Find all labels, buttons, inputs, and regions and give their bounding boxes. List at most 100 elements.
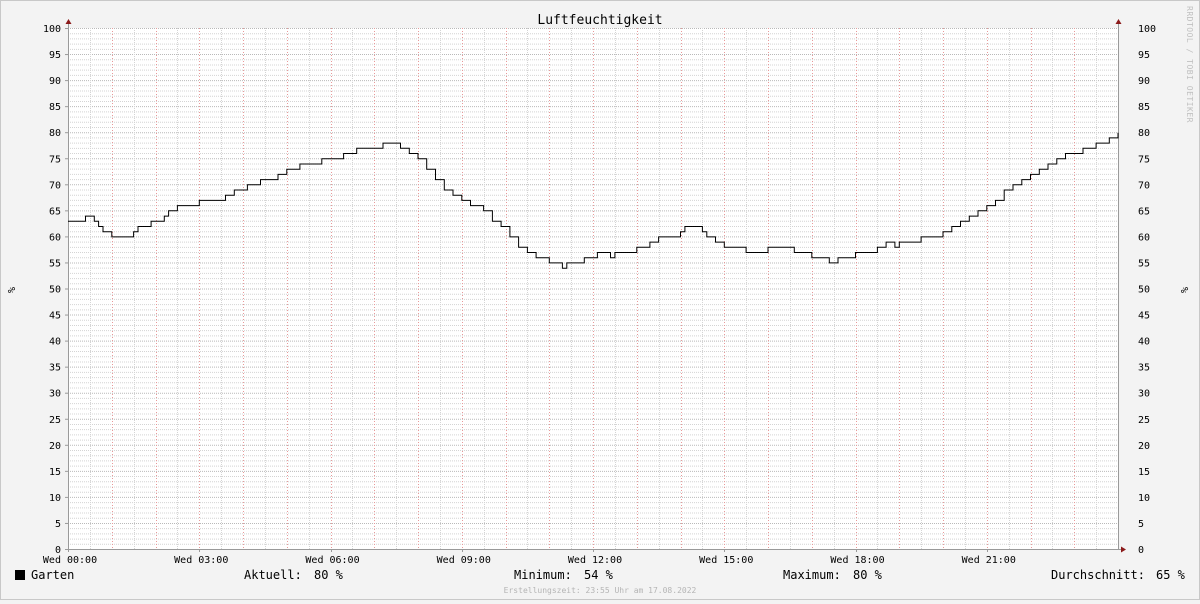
data-point — [886, 242, 887, 243]
y-axis-label-right: % — [1178, 287, 1189, 293]
x-tick-label: Wed 03:00 — [174, 555, 228, 566]
y-tick-label: 50 — [49, 285, 61, 296]
y-tick-label-right: 40 — [1138, 337, 1150, 348]
data-point — [426, 169, 427, 170]
y-tick-label: 15 — [49, 467, 61, 478]
data-point — [444, 189, 445, 190]
data-point — [111, 236, 112, 237]
y-tick-label-right: 100 — [1138, 24, 1156, 35]
legend-series-name: Garten — [31, 568, 74, 582]
y-tick-label: 60 — [49, 232, 61, 243]
chart-frame: 0 5 10 15 20 25 30 35 40 45 50 55 60 65 70 75 80 85 90 95 10… — [0, 0, 1200, 600]
data-point — [343, 153, 344, 154]
data-point — [960, 221, 961, 222]
y-tick-label-right: 45 — [1138, 311, 1150, 322]
data-point — [356, 148, 357, 149]
data-point — [382, 143, 383, 144]
legend-maximum-label: Maximum: — [783, 568, 841, 582]
y-tick-label-right: 80 — [1138, 128, 1150, 139]
y-tick-labels-left: 0510152025303540455055606570758085909510… — [43, 24, 61, 556]
data-point — [1004, 189, 1005, 190]
data-point — [811, 257, 812, 258]
y-tick-label: 40 — [49, 337, 61, 348]
y-tick-label-right: 60 — [1138, 232, 1150, 243]
y-tick-label: 55 — [49, 258, 61, 269]
data-point — [98, 226, 99, 227]
data-point — [693, 226, 694, 227]
data-point — [299, 163, 300, 164]
data-point — [684, 226, 685, 227]
data-point — [85, 216, 86, 217]
data-point — [942, 231, 943, 232]
y-axis-arrow-left — [65, 19, 72, 24]
data-point — [483, 210, 484, 211]
data-point — [186, 205, 187, 206]
data-point — [549, 262, 550, 263]
data-point — [247, 184, 248, 185]
x-tick-label: Wed 06:00 — [305, 555, 359, 566]
data-point — [746, 252, 747, 253]
data-point — [894, 247, 895, 248]
x-tick-label: Wed 12:00 — [568, 555, 622, 566]
data-point — [536, 257, 537, 258]
y-axis-label-left: % — [5, 287, 16, 293]
x-tick-label: Wed 15:00 — [699, 555, 753, 566]
data-point — [1039, 169, 1040, 170]
data-point — [702, 231, 703, 232]
y-tick-label-right: 85 — [1138, 102, 1150, 113]
data-point — [1082, 148, 1083, 149]
x-axis-arrow — [1121, 546, 1126, 553]
y-tick-label: 10 — [49, 493, 61, 504]
data-point — [277, 174, 278, 175]
data-point — [837, 257, 838, 258]
data-point — [706, 236, 707, 237]
data-point — [649, 242, 650, 243]
data-point — [67, 221, 68, 222]
data-point — [146, 226, 147, 227]
data-point — [1056, 158, 1057, 159]
data-point — [199, 200, 200, 201]
data-point — [417, 158, 418, 159]
data-point — [1065, 153, 1066, 154]
data-point — [391, 143, 392, 144]
x-tick-label: Wed 18:00 — [830, 555, 884, 566]
data-point — [509, 236, 510, 237]
x-tick-label: Wed 09:00 — [437, 555, 491, 566]
legend-minimum-value: 54 % — [584, 568, 614, 582]
y-tick-label-right: 20 — [1138, 441, 1150, 452]
data-point — [671, 236, 672, 237]
y-tick-label-right: 95 — [1138, 50, 1150, 61]
data-point — [575, 262, 576, 263]
data-point — [102, 231, 103, 232]
data-point — [168, 210, 169, 211]
y-tick-label: 85 — [49, 102, 61, 113]
data-point — [934, 236, 935, 237]
data-point — [1117, 132, 1118, 133]
watermark: RRDTOOL / TOBI OETIKER — [1185, 6, 1194, 123]
data-point — [571, 262, 572, 263]
y-tick-label-right: 30 — [1138, 389, 1150, 400]
y-tick-label-right: 5 — [1138, 519, 1144, 530]
x-tick-label: Wed 21:00 — [962, 555, 1016, 566]
data-point — [1109, 137, 1110, 138]
data-point — [137, 226, 138, 227]
data-point — [715, 242, 716, 243]
data-point — [234, 189, 235, 190]
data-point — [151, 221, 152, 222]
legend-minimum-label: Minimum: — [514, 568, 572, 582]
data-point — [1030, 174, 1031, 175]
data-point — [1021, 179, 1022, 180]
data-point — [877, 247, 878, 248]
data-point — [435, 179, 436, 180]
data-point — [177, 205, 178, 206]
data-point — [767, 247, 768, 248]
data-point — [977, 210, 978, 211]
data-point — [951, 226, 952, 227]
data-point — [470, 205, 471, 206]
y-tick-label: 75 — [49, 154, 61, 165]
data-point — [855, 252, 856, 253]
data-point — [899, 242, 900, 243]
data-point — [94, 221, 95, 222]
y-tick-label: 20 — [49, 441, 61, 452]
data-point — [164, 216, 165, 217]
